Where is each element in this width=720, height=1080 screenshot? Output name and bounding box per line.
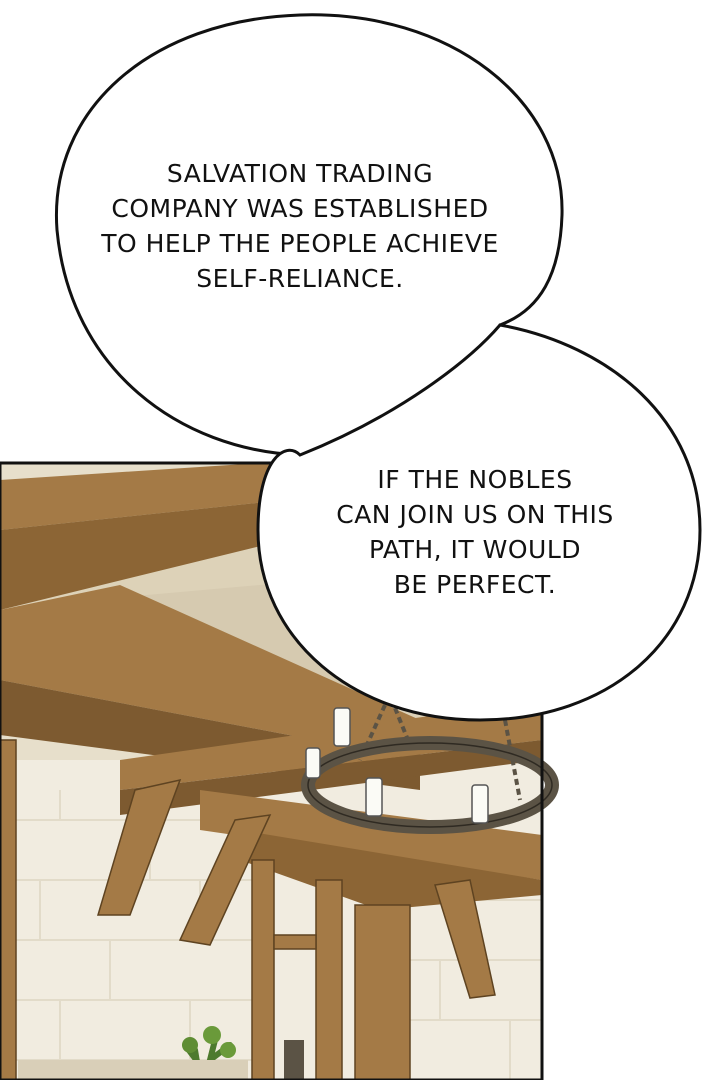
speech-line: PATH, IT WOULD bbox=[368, 535, 582, 564]
wall-sconce bbox=[284, 1040, 304, 1080]
speech-bubble-1-text: SALVATION TRADING COMPANY WAS ESTABLISHE… bbox=[90, 156, 510, 296]
wooden-crossbar bbox=[273, 934, 317, 950]
wooden-post bbox=[0, 739, 17, 1080]
wooden-post bbox=[315, 879, 343, 1080]
candle bbox=[365, 777, 383, 817]
candle bbox=[305, 747, 321, 779]
wooden-post bbox=[251, 859, 275, 1080]
speech-line: COMPANY WAS ESTABLISHED bbox=[111, 194, 489, 223]
wooden-post bbox=[354, 904, 411, 1080]
candle bbox=[471, 784, 489, 824]
doorway-shadow bbox=[18, 1060, 248, 1080]
speech-bubble-2-text: IF THE NOBLES CAN JOIN US ON THIS PATH, … bbox=[300, 462, 650, 602]
speech-line: IF THE NOBLES bbox=[377, 465, 573, 494]
comic-panel-page: SALVATION TRADING COMPANY WAS ESTABLISHE… bbox=[0, 0, 720, 1080]
speech-line: TO HELP THE PEOPLE ACHIEVE bbox=[101, 229, 499, 258]
speech-line: SELF-RELIANCE. bbox=[196, 264, 404, 293]
speech-line: BE PERFECT. bbox=[393, 570, 557, 599]
candle bbox=[333, 707, 351, 747]
speech-line: SALVATION TRADING bbox=[166, 159, 434, 188]
speech-line: CAN JOIN US ON THIS bbox=[336, 500, 614, 529]
